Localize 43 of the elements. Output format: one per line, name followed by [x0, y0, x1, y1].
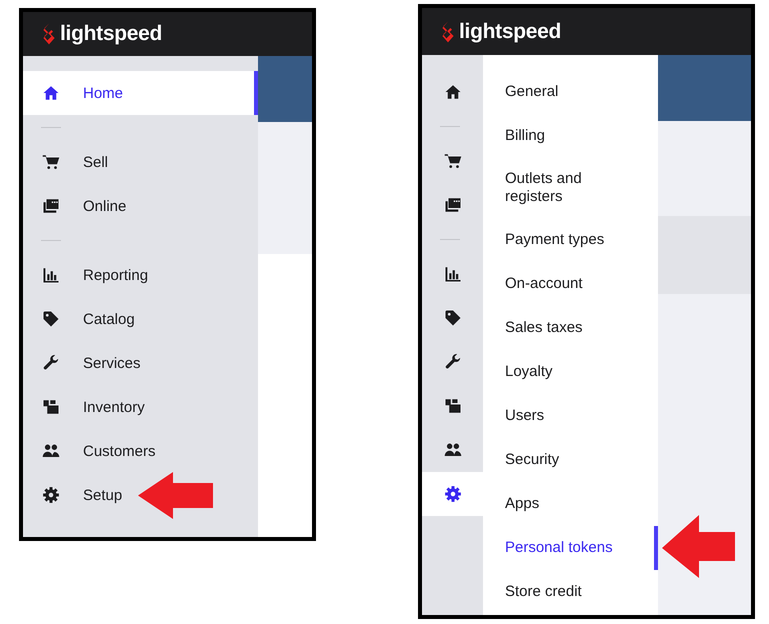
nav-item[interactable]: Online — [23, 184, 258, 228]
people-icon — [42, 442, 60, 460]
submenu-item[interactable]: General — [483, 70, 658, 114]
window-stack-icon — [444, 196, 462, 214]
boxes-icon — [42, 398, 60, 416]
submenu-item[interactable]: Store credit — [483, 570, 658, 614]
nav-item[interactable]: Services — [23, 341, 258, 385]
submenu-item[interactable]: Apps — [483, 482, 658, 526]
nav-item[interactable]: Catalog — [23, 297, 258, 341]
settings-icon — [444, 485, 462, 503]
submenu-item[interactable]: Personal tokens — [483, 526, 658, 570]
tag-icon — [444, 309, 462, 327]
people-icon — [444, 441, 462, 459]
tag-icon — [42, 310, 60, 328]
nav-item[interactable]: Customers — [23, 429, 258, 473]
submenu-item[interactable]: Security — [483, 438, 658, 482]
submenu-item[interactable]: Outlets and registers — [483, 158, 658, 218]
nav-item[interactable]: Sell — [23, 140, 258, 184]
nav-item[interactable]: Inventory — [23, 385, 258, 429]
bar-chart-icon — [444, 265, 462, 283]
bar-chart-icon — [42, 266, 60, 284]
window-stack-icon — [42, 197, 60, 215]
nav-item[interactable] — [422, 472, 483, 516]
wrench-icon — [444, 353, 462, 371]
brand-name: lightspeed — [459, 20, 562, 44]
submenu-item[interactable]: Loyalty — [483, 350, 658, 394]
banner — [258, 56, 312, 122]
cart-icon — [42, 153, 60, 171]
wrench-icon — [42, 354, 60, 372]
submenu-item[interactable]: On-account — [483, 262, 658, 306]
brand-name: lightspeed — [60, 22, 162, 46]
home-icon — [444, 83, 462, 101]
submenu-item[interactable]: Payment types — [483, 218, 658, 262]
nav-item[interactable]: Home — [23, 71, 258, 115]
home-icon — [42, 84, 60, 102]
settings-icon — [42, 486, 60, 504]
cart-icon — [444, 152, 462, 170]
submenu-item[interactable]: Users — [483, 394, 658, 438]
nav-item[interactable]: Reporting — [23, 253, 258, 297]
submenu-item[interactable]: Billing — [483, 114, 658, 158]
nav-item[interactable]: Setup — [23, 473, 258, 517]
submenu-item[interactable]: Sales taxes — [483, 306, 658, 350]
boxes-icon — [444, 397, 462, 415]
